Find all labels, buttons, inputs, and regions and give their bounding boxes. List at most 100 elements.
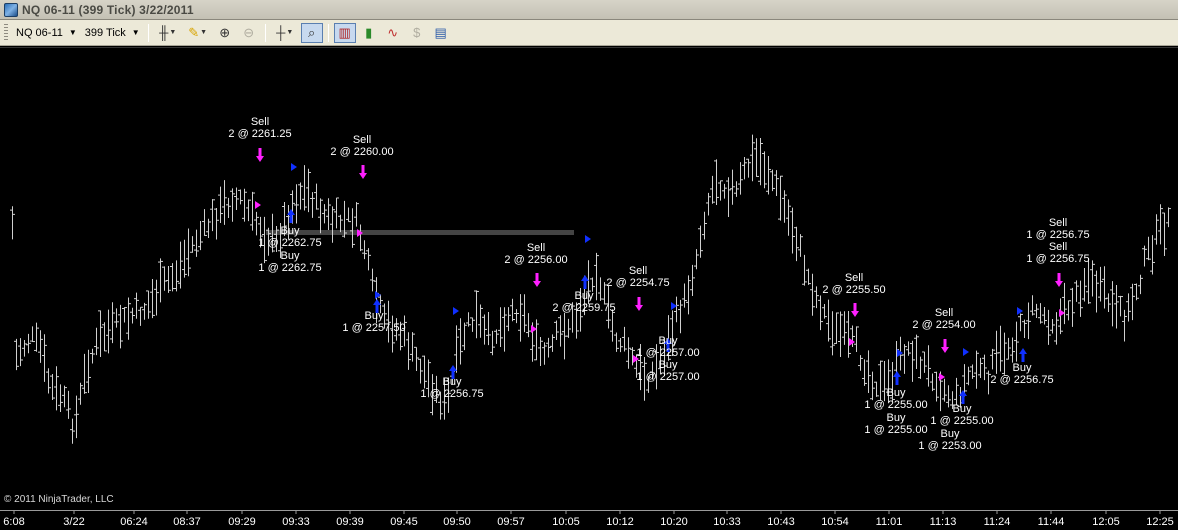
time-axis-label: 11:13	[930, 516, 957, 528]
price-bar	[246, 199, 251, 222]
execution-side-label: Buy	[575, 290, 594, 302]
sell-arrow-icon[interactable]	[533, 273, 541, 287]
magnifier-button[interactable]: ⌕	[300, 22, 323, 43]
price-bar	[626, 337, 631, 369]
time-axis-label: 09:57	[497, 516, 525, 528]
price-bar	[1126, 293, 1131, 322]
buy-arrow-icon[interactable]	[1019, 348, 1027, 362]
bar-type-button[interactable]: ╫ ▼	[154, 23, 182, 43]
price-bar	[1034, 303, 1039, 319]
sell-arrow-icon[interactable]	[941, 339, 949, 353]
price-bar	[930, 373, 935, 392]
price-bar	[546, 337, 551, 358]
execution-side-label: Buy	[1013, 362, 1032, 374]
candlestick-icon: ▮	[365, 24, 373, 40]
price-chart[interactable]: Sell2 @ 2261.25 Sell2 @ 2260.00Buy1 @ 226…	[0, 48, 1178, 511]
price-bar	[954, 377, 959, 405]
price-bar	[154, 279, 159, 316]
price-bar	[198, 220, 203, 251]
price-chart-panel[interactable]: Sell 2 @ 2261.25 Sell 2 @ 2260.00 Buy 1 @ 226…	[0, 47, 1178, 510]
toolbar-grip[interactable]	[4, 23, 8, 42]
sell-arrow-icon[interactable]	[1055, 273, 1063, 287]
price-bar	[914, 334, 919, 369]
chevron-down-icon: ▼	[169, 29, 177, 36]
indicators-button[interactable]: ∿	[382, 23, 404, 43]
sell-arrow-icon[interactable]	[359, 165, 367, 179]
properties-button[interactable]: ▤	[430, 23, 452, 43]
price-bar	[174, 260, 179, 292]
price-bar	[114, 308, 119, 328]
buy-fill-marker-icon	[963, 348, 969, 356]
period-label: 399 Tick	[84, 26, 126, 39]
price-bar	[1022, 319, 1027, 339]
price-bar	[618, 337, 623, 353]
execution-price-label: 2 @ 2254.75	[606, 277, 669, 289]
price-bar	[1138, 274, 1143, 295]
price-bar	[814, 286, 819, 309]
price-bar	[1154, 214, 1159, 245]
price-bar	[218, 186, 223, 223]
execution-price-label: 1 @ 2256.75	[1026, 253, 1089, 265]
period-selector[interactable]: 399 Tick ▼	[81, 23, 144, 43]
price-bar	[826, 299, 831, 342]
price-bar	[982, 354, 987, 381]
price-bar	[506, 307, 511, 332]
sell-arrow-icon[interactable]	[256, 148, 264, 162]
execution-price-label: 2 @ 2260.00	[330, 146, 393, 158]
price-bar	[334, 197, 339, 229]
buy-arrow-icon[interactable]	[893, 371, 901, 385]
sell-arrow-icon[interactable]	[635, 297, 643, 311]
time-axis-label: 09:50	[443, 516, 471, 528]
execution-price-label: 1 @ 2257.00	[636, 371, 699, 383]
price-bar	[974, 350, 979, 389]
price-bar	[1030, 295, 1035, 316]
crosshair-button[interactable]: ┼ ▼	[271, 23, 299, 43]
price-bar	[1082, 268, 1087, 302]
candlestick-button[interactable]: ▮	[358, 23, 380, 43]
execution-side-label: Sell	[527, 242, 545, 254]
window-title-bar[interactable]: NQ 06-11 (399 Tick) 3/22/2011	[0, 0, 1178, 20]
price-bar	[738, 162, 743, 195]
price-bar	[834, 312, 839, 344]
price-bar	[462, 322, 467, 351]
zoom-in-button[interactable]: ⊕	[214, 23, 236, 43]
price-bar	[830, 311, 835, 356]
price-bar	[354, 202, 359, 227]
time-axis: 6:08 3/22 06:24 08:37 09:29 09:33 09:39 09:45 09…	[0, 510, 1178, 530]
execution-price-label: 2 @ 2256.00	[504, 254, 567, 266]
price-bar	[338, 214, 343, 233]
price-bar	[746, 158, 751, 178]
price-bar	[1098, 266, 1103, 302]
price-bar	[1094, 270, 1099, 313]
price-bar	[58, 384, 63, 413]
zoom-in-icon: ⊕	[219, 24, 231, 40]
time-axis-svg: 6:08 3/22 06:24 08:37 09:29 09:33 09:39 09:45 09…	[3, 511, 1174, 528]
price-bar	[1046, 309, 1051, 345]
price-bar	[310, 192, 315, 218]
execution-side-label: Buy	[281, 250, 300, 262]
execution-side-label: Buy	[365, 310, 384, 322]
price-bar	[1150, 235, 1155, 275]
execution-side-label: Sell	[1049, 217, 1067, 229]
drawing-tools-button[interactable]: ✎ ▼	[184, 23, 212, 43]
zoom-out-button[interactable]: ⊖	[238, 23, 260, 43]
price-bar	[86, 349, 91, 394]
price-bar	[918, 356, 923, 379]
price-bar	[714, 159, 719, 206]
price-bar	[314, 183, 319, 210]
price-bar	[1010, 337, 1015, 363]
execution-price-label: 1 @ 2257.50	[342, 322, 405, 334]
buy-arrow-icon[interactable]	[581, 275, 589, 289]
chevron-down-icon: ▼	[200, 29, 208, 36]
chart-style-button[interactable]: ▥	[333, 22, 356, 43]
window-title: NQ 06-11 (399 Tick) 3/22/2011	[22, 2, 194, 17]
instrument-selector[interactable]: NQ 06-11 ▼	[12, 23, 81, 43]
price-bar	[498, 307, 503, 347]
crosshair-icon: ┼	[276, 25, 286, 40]
price-bar	[1122, 309, 1127, 342]
price-bar	[786, 199, 791, 236]
price-bar	[106, 309, 111, 354]
sell-arrow-icon[interactable]	[851, 303, 859, 317]
buy-fill-marker-icon	[291, 163, 297, 171]
strategies-button[interactable]: $	[406, 23, 428, 43]
